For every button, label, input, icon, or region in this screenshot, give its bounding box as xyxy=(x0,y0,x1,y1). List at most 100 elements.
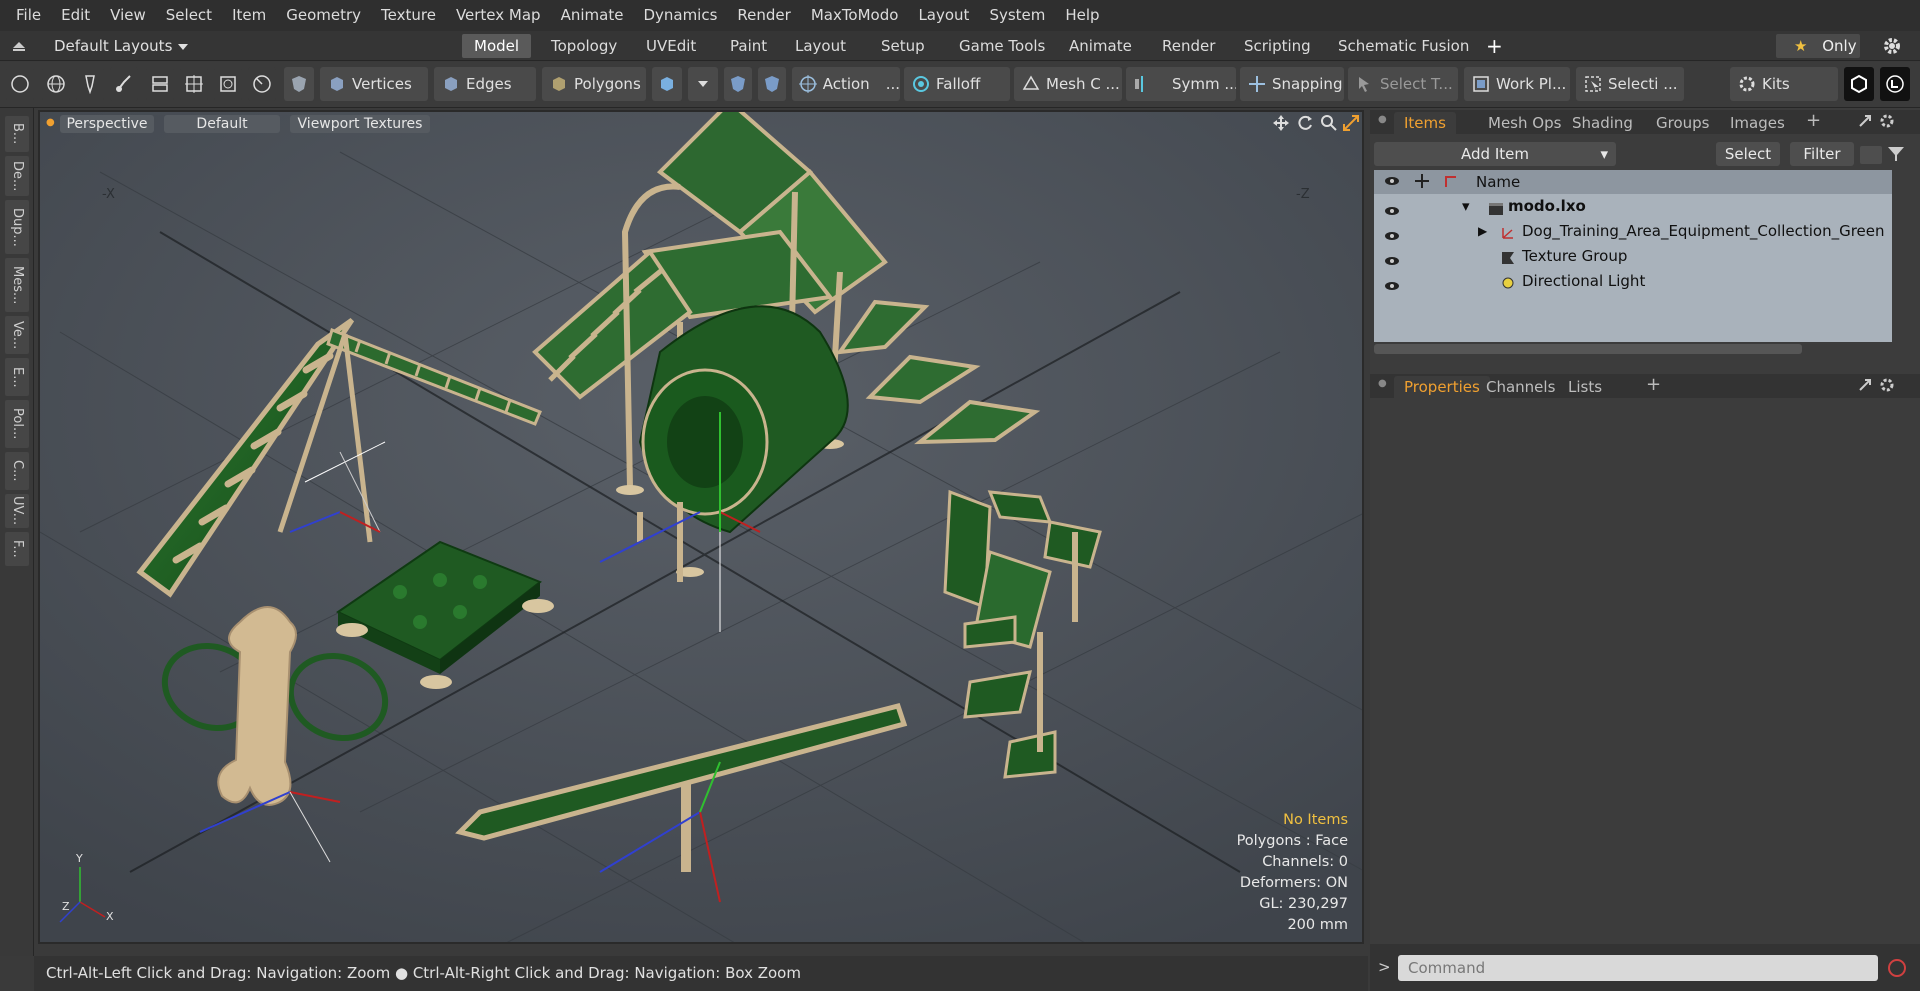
material-button[interactable] xyxy=(652,67,682,101)
left-tab-0[interactable]: B... xyxy=(5,116,29,152)
left-tab-6[interactable]: Pol... xyxy=(5,400,29,448)
perspective-dropdown[interactable]: Perspective xyxy=(60,115,154,133)
layouts-selector[interactable]: Default Layouts xyxy=(0,31,189,61)
list-item[interactable]: ▾ modo.lxo xyxy=(1374,194,1892,219)
left-tab-7[interactable]: C... xyxy=(5,452,29,490)
viewport-scene[interactable]: -X -Z Y X Z xyxy=(40,112,1364,944)
zoom-view-icon[interactable] xyxy=(1320,114,1338,136)
left-tab-2[interactable]: Dup... xyxy=(5,200,29,254)
shading-dropdown[interactable]: Default xyxy=(164,115,280,133)
material-dropdown[interactable] xyxy=(688,67,718,101)
tab-animate[interactable]: Animate xyxy=(1057,34,1144,58)
3d-viewport[interactable]: -X -Z Y X Z ● Perspective Default Viewpo… xyxy=(38,110,1364,944)
tab-channels[interactable]: Channels xyxy=(1476,376,1565,398)
tab-shading[interactable]: Shading xyxy=(1562,112,1643,134)
eye-icon[interactable] xyxy=(1384,275,1400,300)
list-item[interactable]: ▶ Dog_Training_Area_Equipment_Collection… xyxy=(1374,219,1892,244)
funnel-icon[interactable] xyxy=(1886,144,1906,168)
chevron-down-icon[interactable] xyxy=(178,37,189,55)
menu-edit[interactable]: Edit xyxy=(51,0,100,31)
globe-button[interactable] xyxy=(42,67,70,101)
left-tab-8[interactable]: UV... xyxy=(5,494,29,528)
menu-select[interactable]: Select xyxy=(156,0,222,31)
symmetry-button[interactable]: Symm ... xyxy=(1126,67,1236,101)
add-tab-icon[interactable]: + xyxy=(1486,34,1503,58)
maximize-view-icon[interactable] xyxy=(1342,114,1360,136)
tab-groups[interactable]: Groups xyxy=(1646,112,1719,134)
unity-button[interactable] xyxy=(1844,67,1874,101)
menu-animate[interactable]: Animate xyxy=(551,0,634,31)
only-toggle[interactable]: ★ Only xyxy=(1776,34,1860,58)
textures-dropdown[interactable]: Viewport Textures xyxy=(290,115,430,133)
record-icon[interactable] xyxy=(1886,957,1908,983)
unreal-button[interactable] xyxy=(1880,67,1910,101)
select-button[interactable]: Select xyxy=(1716,142,1780,166)
expand-arrow-icon[interactable]: ▶ xyxy=(1478,219,1487,244)
tab-images[interactable]: Images xyxy=(1720,112,1795,134)
menu-layout[interactable]: Layout xyxy=(908,0,979,31)
panel-gear-icon[interactable] xyxy=(1878,376,1896,398)
dial-button[interactable] xyxy=(248,67,276,101)
selection-sets-button[interactable]: Selecti ... xyxy=(1576,67,1684,101)
menu-system[interactable]: System xyxy=(979,0,1055,31)
left-tab-9[interactable]: F... xyxy=(5,532,29,566)
layouts-up-icon[interactable] xyxy=(12,37,26,55)
brush-button[interactable] xyxy=(110,67,138,101)
expand-panel-icon[interactable] xyxy=(1858,114,1872,132)
snap-a-button[interactable] xyxy=(724,67,752,101)
list-scrollbar[interactable] xyxy=(1374,344,1802,354)
action-button[interactable]: Action... xyxy=(792,67,900,101)
transform-button[interactable] xyxy=(146,67,174,101)
menu-item[interactable]: Item xyxy=(222,0,276,31)
tab-uvedit[interactable]: UVEdit xyxy=(634,34,708,58)
tab-model[interactable]: Model xyxy=(462,34,532,58)
left-tab-4[interactable]: Ve... xyxy=(5,316,29,354)
tab-setup[interactable]: Setup xyxy=(869,34,937,58)
menu-maxtomodo[interactable]: MaxToModo xyxy=(801,0,909,31)
box-button[interactable] xyxy=(214,67,242,101)
menu-geometry[interactable]: Geometry xyxy=(276,0,371,31)
left-tab-3[interactable]: Mes... xyxy=(5,258,29,312)
tab-paint[interactable]: Paint xyxy=(718,34,779,58)
viewport-menu-dot[interactable]: ● xyxy=(46,117,55,128)
mesh-constraint-button[interactable]: Mesh C ... xyxy=(1014,67,1122,101)
add-items-tab-icon[interactable]: + xyxy=(1806,110,1821,131)
select-circle-button[interactable] xyxy=(6,67,34,101)
menu-render[interactable]: Render xyxy=(727,0,800,31)
tab-scripting[interactable]: Scripting xyxy=(1232,34,1323,58)
filter-button[interactable]: Filter xyxy=(1790,142,1854,166)
gear-icon[interactable] xyxy=(1882,36,1902,60)
select-through-button[interactable]: Select T... xyxy=(1348,67,1458,101)
menu-help[interactable]: Help xyxy=(1055,0,1109,31)
tab-game-tools[interactable]: Game Tools xyxy=(947,34,1057,58)
item-mode-button[interactable] xyxy=(284,67,314,101)
kits-button[interactable]: Kits xyxy=(1730,67,1838,101)
left-tab-5[interactable]: E... xyxy=(5,358,29,396)
tab-layout[interactable]: Layout xyxy=(783,34,858,58)
expand-arrow-icon[interactable]: ▾ xyxy=(1462,194,1470,219)
snap-b-button[interactable] xyxy=(758,67,786,101)
grid-button[interactable] xyxy=(180,67,208,101)
rotate-view-icon[interactable] xyxy=(1296,114,1314,136)
left-tab-1[interactable]: De... xyxy=(5,156,29,196)
add-item-button[interactable]: Add Item ▾ xyxy=(1374,142,1616,166)
collapse-icon[interactable] xyxy=(1860,146,1882,164)
add-props-tab-icon[interactable]: + xyxy=(1646,374,1661,395)
tab-render[interactable]: Render xyxy=(1150,34,1227,58)
vertices-button[interactable]: Vertices xyxy=(320,67,428,101)
pen-button[interactable] xyxy=(76,67,104,101)
menu-file[interactable]: File xyxy=(6,0,51,31)
menu-view[interactable]: View xyxy=(100,0,156,31)
menu-texture[interactable]: Texture xyxy=(371,0,446,31)
workplane-button[interactable]: Work Pl... xyxy=(1464,67,1570,101)
menu-vertex-map[interactable]: Vertex Map xyxy=(446,0,551,31)
tab-items[interactable]: Items xyxy=(1394,112,1456,134)
list-item[interactable]: Texture Group xyxy=(1374,244,1892,269)
expand-panel-icon[interactable] xyxy=(1858,378,1872,396)
panel-gear-icon[interactable] xyxy=(1878,112,1896,134)
edges-button[interactable]: Edges xyxy=(434,67,536,101)
panel-menu-dot[interactable]: ● xyxy=(1378,114,1387,125)
tab-schematic-fusion[interactable]: Schematic Fusion xyxy=(1326,34,1481,58)
falloff-button[interactable]: Falloff xyxy=(904,67,1010,101)
menu-dynamics[interactable]: Dynamics xyxy=(633,0,727,31)
